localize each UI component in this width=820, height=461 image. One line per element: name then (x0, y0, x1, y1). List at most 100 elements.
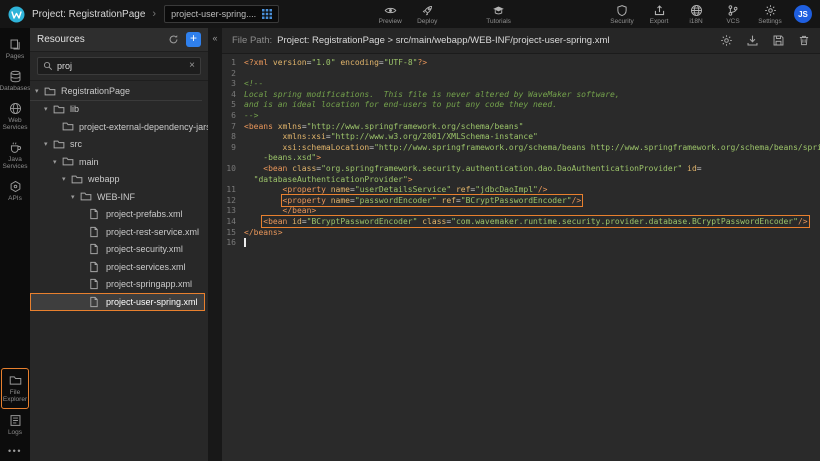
user-avatar[interactable]: JS (794, 5, 812, 23)
code-line[interactable]: 3<!-- (226, 79, 820, 90)
tree-folder-lib[interactable]: ▾lib (30, 101, 86, 119)
preview-button[interactable]: Preview (378, 4, 402, 25)
clear-search-icon[interactable]: × (189, 61, 195, 71)
tree-folder-project-external-dependency-jars[interactable]: project-external-dependency-jars (30, 118, 208, 136)
left-nav-rail: Pages Databases Web Services Java Servic… (0, 28, 30, 461)
security-button[interactable]: Security (610, 4, 634, 25)
search-input[interactable] (57, 61, 185, 71)
code-line[interactable]: 7<beans xmlns="http://www.springframewor… (226, 122, 820, 133)
sidebar-item-apis[interactable]: APIs (0, 175, 30, 207)
sidebar-item-databases[interactable]: Databases (0, 65, 30, 97)
code-text: <property name="userDetailsService" ref=… (244, 185, 548, 196)
code-line[interactable]: -beans.xsd"> (226, 153, 820, 164)
download-icon[interactable] (746, 34, 759, 47)
tree-folder-src[interactable]: ▾ src (30, 136, 89, 154)
java-cup-icon (9, 141, 22, 154)
code-line[interactable]: 6--> (226, 111, 820, 122)
sidebar-label: Databases (0, 85, 31, 92)
sidebar-item-logs[interactable]: Logs (0, 409, 30, 441)
line-number: 6 (226, 111, 244, 122)
tree-folder-WEB-INF[interactable]: ▾WEB-INF (30, 188, 142, 206)
tree-folder-RegistrationPage[interactable]: ▾ RegistrationPage (30, 83, 202, 101)
tree-file-project-rest-service.xml[interactable]: project-rest-service.xml (30, 223, 206, 241)
tree-item-label: src (67, 139, 82, 149)
file-icon (89, 208, 103, 220)
caret-down-icon[interactable]: ▾ (44, 140, 53, 148)
sidebar-item-web-services[interactable]: Web Services (0, 97, 30, 136)
preview-label: Preview (379, 18, 402, 25)
deploy-rocket-icon (421, 4, 434, 17)
code-line[interactable]: 14 <bean id="BCryptPasswordEncoder" clas… (226, 217, 820, 228)
code-line[interactable]: 12 <property name="passwordEncoder" ref=… (226, 196, 820, 207)
line-number: 3 (226, 79, 244, 90)
collapse-panel-icon[interactable]: « (212, 33, 217, 43)
save-icon[interactable] (772, 34, 785, 47)
brand: Project: RegistrationPage › (8, 6, 156, 23)
folder-icon (62, 156, 76, 167)
line-number: 14 (226, 217, 244, 228)
sidebar-item-java-services[interactable]: Java Services (0, 136, 30, 175)
deploy-button[interactable]: Deploy (415, 4, 439, 25)
tree-folder-main[interactable]: ▾main (30, 153, 106, 171)
code-line[interactable]: 9 xsi:schemaLocation="http://www.springf… (226, 143, 820, 154)
export-button[interactable]: Export (647, 4, 671, 25)
api-hexagon-icon (9, 180, 22, 193)
code-line[interactable]: 1<?xml version="1.0" encoding="UTF-8"?> (226, 58, 820, 69)
grid-icon[interactable] (262, 9, 272, 19)
pages-icon (9, 38, 22, 51)
tree-file-project-user-spring.xml[interactable]: project-user-spring.xml (30, 293, 205, 311)
caret-down-icon[interactable]: ▾ (53, 158, 62, 166)
code-line[interactable]: 2 (226, 69, 820, 80)
trash-icon[interactable] (798, 34, 810, 47)
tree-file-project-prefabs.xml[interactable]: project-prefabs.xml (30, 206, 190, 224)
vcs-button[interactable]: VCS (721, 4, 745, 25)
tree-item-label: RegistrationPage (58, 86, 130, 96)
sidebar-item-pages[interactable]: Pages (0, 33, 30, 65)
caret-down-icon[interactable]: ▾ (44, 105, 53, 113)
code-line[interactable]: 16 (226, 238, 820, 249)
code-line[interactable]: 13 </bean> (226, 206, 820, 217)
tree-file-project-security.xml[interactable]: project-security.xml (30, 241, 190, 259)
line-number (226, 175, 244, 186)
panel-collapse-strip: « (208, 28, 222, 461)
chevron-right-icon: › (152, 8, 156, 20)
tree-item-label: project-external-dependency-jars (76, 122, 208, 132)
annotation-highlight-box: <property name="passwordEncoder" ref="BC… (283, 196, 582, 205)
code-line[interactable]: 10 <bean class="org.springframework.secu… (226, 164, 820, 175)
line-number: 2 (226, 69, 244, 80)
code-line[interactable]: "databaseAuthenticationProvider"> (226, 175, 820, 186)
open-file-selector[interactable]: project-user-spring.... (164, 5, 279, 23)
sidebar-item-file-explorer[interactable]: File Explorer (1, 368, 29, 409)
code-text: xsi:schemaLocation="http://www.springfra… (244, 143, 820, 154)
refresh-icon[interactable] (168, 34, 179, 45)
more-options-ellipsis-icon[interactable]: ••• (0, 441, 30, 458)
line-number: 10 (226, 164, 244, 175)
wavemaker-logo (8, 6, 25, 23)
code-line[interactable]: 8 xmlns:xsi="http://www.w3.org/2001/XMLS… (226, 132, 820, 143)
code-area[interactable]: 1<?xml version="1.0" encoding="UTF-8"?>2… (222, 54, 820, 461)
tree-folder-webapp[interactable]: ▾webapp (30, 171, 127, 189)
folder-icon (71, 174, 85, 185)
code-line[interactable]: 4Local spring modifications. This file i… (226, 90, 820, 101)
file-explorer-folder-icon (9, 374, 22, 387)
editor-settings-gear-icon[interactable] (720, 34, 733, 47)
code-line[interactable]: 5and is an ideal location for end-users … (226, 100, 820, 111)
caret-down-icon[interactable]: ▾ (62, 175, 71, 183)
sidebar-label: File Explorer (3, 389, 27, 403)
i18n-button[interactable]: i18N (684, 4, 708, 25)
caret-down-icon[interactable]: ▾ (71, 193, 80, 201)
vcs-label: VCS (726, 18, 739, 25)
preview-eye-icon (384, 4, 397, 17)
settings-button[interactable]: Settings (758, 4, 782, 25)
editor-actions (720, 34, 810, 47)
folder-icon (53, 139, 67, 150)
tutorials-button[interactable]: Tutorials (486, 4, 511, 25)
tree-file-project-services.xml[interactable]: project-services.xml (30, 258, 193, 276)
code-line[interactable]: 11 <property name="userDetailsService" r… (226, 185, 820, 196)
caret-down-icon[interactable]: ▾ (35, 87, 44, 95)
line-number: 12 (226, 196, 244, 207)
tree-file-project-springapp.xml[interactable]: project-springapp.xml (30, 276, 199, 294)
add-resource-button[interactable]: + (186, 32, 201, 47)
resource-search[interactable]: × (37, 57, 201, 75)
code-line[interactable]: 15</beans> (226, 228, 820, 239)
